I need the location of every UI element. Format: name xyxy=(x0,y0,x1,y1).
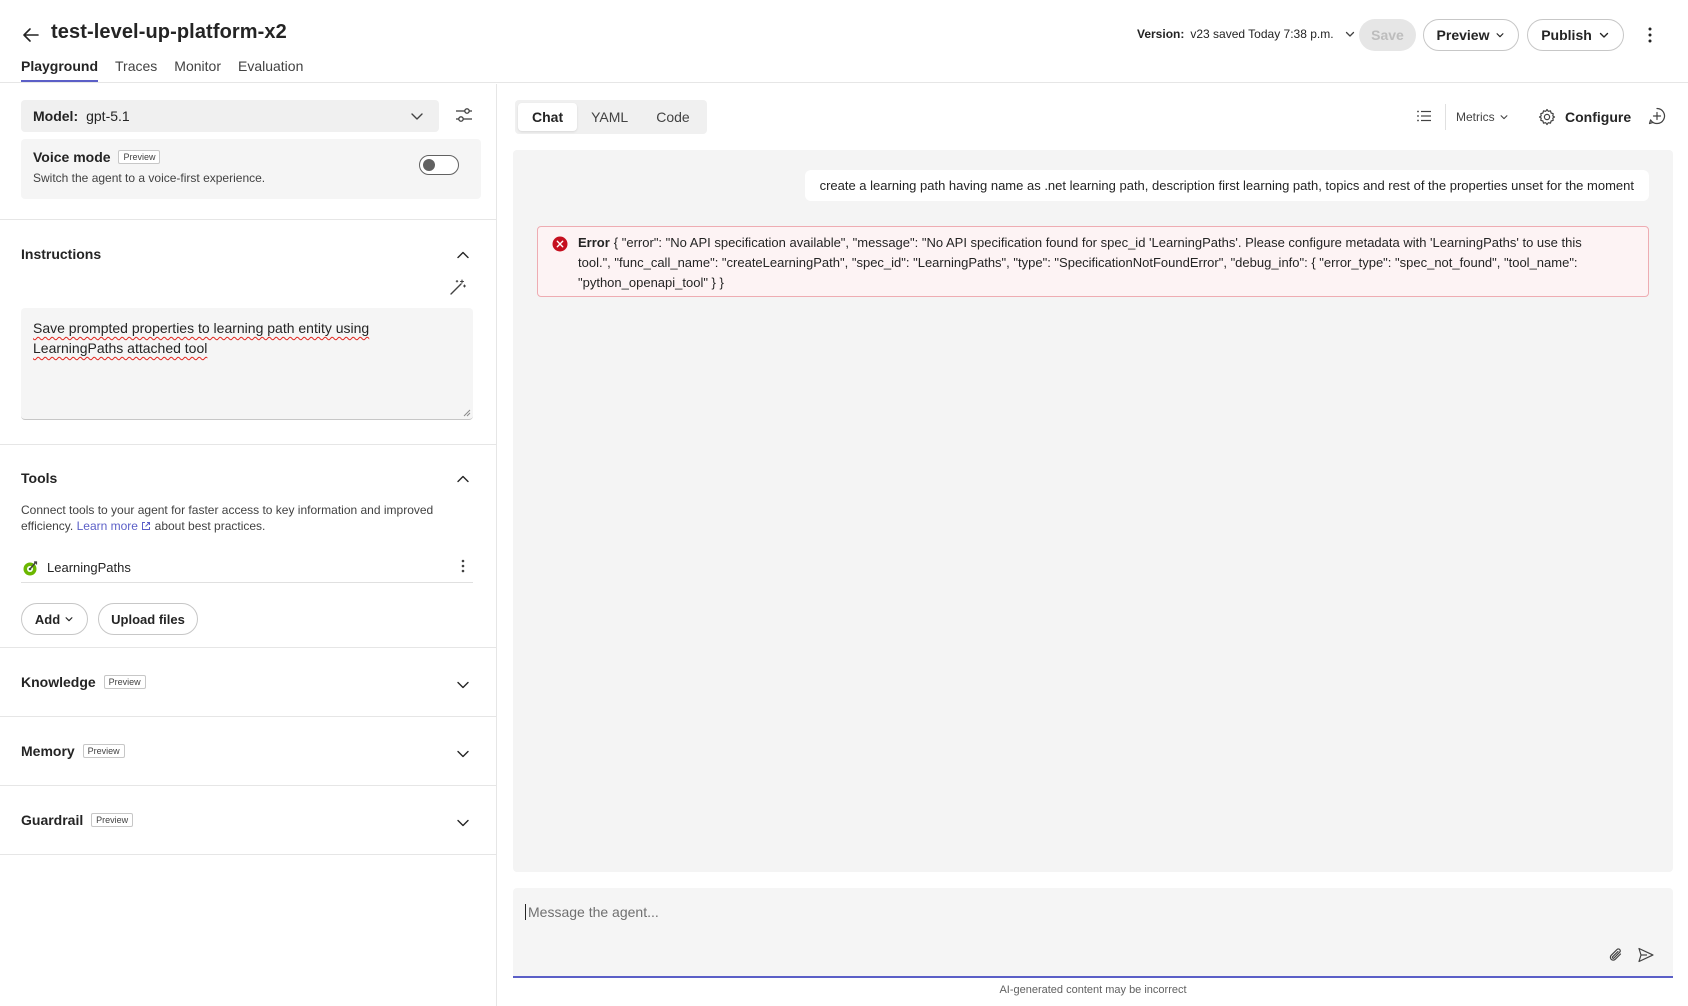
configure-label: Configure xyxy=(1565,109,1632,125)
preview-badge: Preview xyxy=(91,813,134,828)
preview-label: Preview xyxy=(1436,27,1490,43)
instructions-text: Save prompted properties to learning pat… xyxy=(33,320,370,356)
tools-header[interactable]: Tools xyxy=(21,470,57,486)
tab-code[interactable]: Code xyxy=(642,103,703,131)
user-message: create a learning path having name as .n… xyxy=(804,170,1649,201)
preview-badge: Preview xyxy=(82,744,125,759)
metrics-label: Metrics xyxy=(1456,110,1495,124)
page-title: test-level-up-platform-x2 xyxy=(51,21,287,43)
preview-badge: Preview xyxy=(103,675,146,690)
model-select[interactable]: Model: gpt-5.1 xyxy=(21,100,439,132)
message-input[interactable] xyxy=(525,904,1525,920)
more-vertical-icon[interactable] xyxy=(455,557,471,575)
chevron-up-icon[interactable] xyxy=(454,246,472,264)
chevron-up-icon[interactable] xyxy=(454,470,472,488)
memory-header[interactable]: Memory Preview xyxy=(21,743,125,759)
chevron-down-icon xyxy=(1344,28,1356,40)
voice-mode-toggle[interactable] xyxy=(419,155,459,175)
tab-playground[interactable]: Playground xyxy=(21,58,99,82)
add-tool-button[interactable]: Add xyxy=(21,603,88,635)
divider xyxy=(0,219,497,220)
divider xyxy=(0,854,497,855)
error-label: Error xyxy=(578,235,610,250)
model-value: gpt-5.1 xyxy=(86,108,130,124)
chat-area: create a learning path having name as .n… xyxy=(513,150,1673,872)
left-panel: Model: gpt-5.1 Voice mode Preview Switch… xyxy=(0,84,497,1006)
message-composer xyxy=(513,888,1673,978)
chevron-down-icon xyxy=(409,108,425,124)
chevron-down-icon[interactable] xyxy=(454,814,472,832)
divider xyxy=(0,716,497,717)
add-label: Add xyxy=(34,611,61,627)
divider xyxy=(1445,104,1446,130)
divider xyxy=(0,785,497,786)
guardrail-header[interactable]: Guardrail Preview xyxy=(21,812,134,828)
learn-more-link[interactable]: Learn more xyxy=(77,519,152,533)
memory-label: Memory xyxy=(21,743,75,759)
magic-wand-icon[interactable] xyxy=(447,278,467,298)
more-vertical-icon[interactable] xyxy=(1640,24,1660,46)
error-message: Error{ "error": "No API specification av… xyxy=(537,226,1649,297)
main-tabs: Playground Traces Monitor Evaluation xyxy=(21,58,320,82)
view-tabs: Chat YAML Code xyxy=(515,100,707,134)
tab-evaluation[interactable]: Evaluation xyxy=(238,58,303,82)
resize-handle-icon[interactable] xyxy=(463,409,471,417)
knowledge-header[interactable]: Knowledge Preview xyxy=(21,674,146,690)
tab-traces[interactable]: Traces xyxy=(115,58,157,82)
preview-badge: Preview xyxy=(118,150,161,165)
voice-mode-description: Switch the agent to a voice-first experi… xyxy=(33,171,266,185)
gear-icon xyxy=(1537,107,1557,127)
divider xyxy=(0,647,497,648)
external-link-icon xyxy=(141,521,151,531)
chevron-down-icon[interactable] xyxy=(454,745,472,763)
version-label: Version: xyxy=(1137,27,1185,41)
attach-icon[interactable] xyxy=(1606,945,1626,965)
voice-mode-label: Voice mode xyxy=(33,149,111,165)
instructions-textarea[interactable]: Save prompted properties to learning pat… xyxy=(21,308,473,420)
model-label: Model: xyxy=(33,108,79,124)
guardrail-label: Guardrail xyxy=(21,812,84,828)
send-icon[interactable] xyxy=(1636,945,1656,965)
error-text: { "error": "No API specification availab… xyxy=(578,235,1582,290)
tool-item-learningpaths[interactable]: LearningPaths xyxy=(21,553,473,583)
preview-button[interactable]: Preview xyxy=(1423,19,1519,51)
learn-more-label: Learn more xyxy=(76,519,138,533)
version-selector[interactable]: Version: v23 saved Today 7:38 p.m. xyxy=(1137,27,1356,41)
divider xyxy=(0,444,497,445)
save-button[interactable]: Save xyxy=(1359,19,1416,51)
arrow-left-icon[interactable] xyxy=(20,24,42,46)
instructions-header[interactable]: Instructions xyxy=(21,246,101,262)
voice-mode-title: Voice mode Preview xyxy=(33,149,161,165)
publish-button[interactable]: Publish xyxy=(1527,19,1624,51)
chevron-down-icon[interactable] xyxy=(454,676,472,694)
publish-label: Publish xyxy=(1541,27,1592,43)
tool-icon xyxy=(21,559,39,577)
list-icon[interactable] xyxy=(1414,106,1434,126)
chevron-down-icon xyxy=(1598,29,1610,41)
chevron-down-icon xyxy=(64,614,74,624)
tab-yaml[interactable]: YAML xyxy=(577,103,642,131)
tools-desc-suffix: about best practices. xyxy=(154,519,266,533)
tab-chat[interactable]: Chat xyxy=(518,103,578,131)
tab-monitor[interactable]: Monitor xyxy=(174,58,221,82)
configure-button[interactable]: Configure xyxy=(1537,107,1631,127)
ai-disclaimer: AI-generated content may be incorrect xyxy=(999,984,1187,996)
voice-mode-card: Voice mode Preview Switch the agent to a… xyxy=(21,139,481,199)
version-value: v23 saved Today 7:38 p.m. xyxy=(1190,27,1334,41)
metrics-dropdown[interactable]: Metrics xyxy=(1456,110,1509,124)
knowledge-label: Knowledge xyxy=(21,674,96,690)
chevron-down-icon xyxy=(1495,30,1505,40)
upload-files-button[interactable]: Upload files xyxy=(98,603,198,635)
tools-description: Connect tools to your agent for faster a… xyxy=(21,502,451,534)
new-chat-icon[interactable] xyxy=(1647,106,1667,126)
toggle-knob xyxy=(423,159,435,171)
settings-sliders-icon[interactable] xyxy=(453,104,475,126)
error-circle-icon xyxy=(552,236,568,252)
header: test-level-up-platform-x2 Playground Tra… xyxy=(0,0,1688,83)
tool-name: LearningPaths xyxy=(47,560,131,575)
chevron-down-icon xyxy=(1499,112,1509,122)
